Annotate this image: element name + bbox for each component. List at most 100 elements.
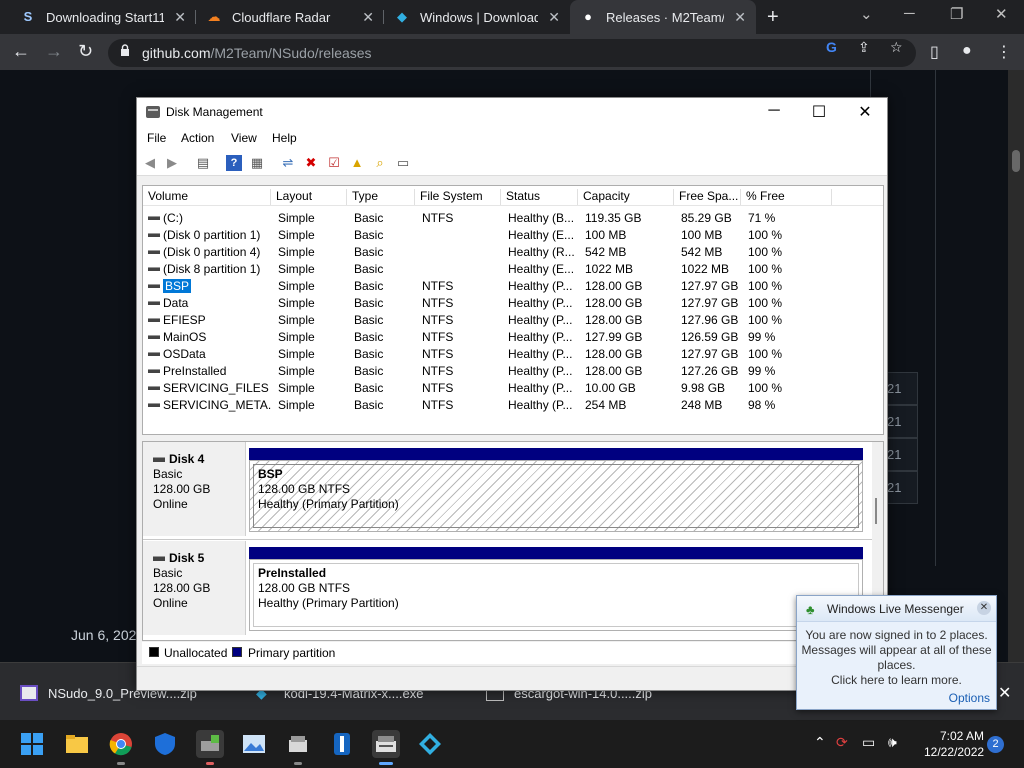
kodi-icon[interactable] bbox=[416, 730, 444, 758]
cell-percent-free: 100 % bbox=[748, 279, 783, 293]
cell-status: Healthy (E... bbox=[508, 262, 575, 276]
properties-icon[interactable]: ▦ bbox=[249, 155, 265, 171]
window-title-bar[interactable]: Disk Management ─ ☐ ✕ bbox=[137, 98, 887, 128]
disk-label[interactable]: Disk 5 Basic 128.00 GB Online bbox=[143, 541, 246, 635]
tab-cloudflare[interactable]: ☁ Cloudflare Radar ✕ bbox=[196, 0, 384, 34]
address-bar[interactable]: github.com/M2Team/NSudo/releases bbox=[108, 39, 916, 67]
table-row[interactable]: (C:) Simple Basic NTFS Healthy (B... 119.35 G… bbox=[143, 210, 883, 227]
tab-search-icon[interactable]: ⌄ bbox=[860, 5, 873, 23]
close-icon[interactable]: ✕ bbox=[174, 9, 186, 26]
disk-row[interactable]: Disk 4 Basic 128.00 GB Online BSP 128.00… bbox=[143, 442, 883, 538]
volume-icon[interactable]: 🕪 bbox=[888, 734, 897, 751]
sync-icon[interactable]: ⟳ bbox=[836, 734, 848, 751]
close-icon[interactable]: ✕ bbox=[362, 9, 374, 26]
table-row[interactable]: (Disk 0 partition 1) Simple Basic Healthy (… bbox=[143, 227, 883, 244]
tab-start11[interactable]: S Downloading Start11 : ✕ bbox=[10, 0, 196, 34]
defender-shield-icon[interactable] bbox=[151, 730, 179, 758]
back-icon[interactable]: ◀ bbox=[142, 155, 158, 171]
table-row[interactable]: (Disk 8 partition 1) Simple Basic Healthy (… bbox=[143, 261, 883, 278]
cell-percent-free: 98 % bbox=[748, 398, 776, 412]
photos-icon[interactable] bbox=[240, 730, 268, 758]
primary-partition-swatch bbox=[232, 647, 242, 657]
table-row[interactable]: Data Simple Basic NTFS Healthy (P... 128.00 G… bbox=[143, 295, 883, 312]
disk-row[interactable]: Disk 5 Basic 128.00 GB Online PreInstall… bbox=[143, 541, 883, 637]
column-volume[interactable]: Volume bbox=[143, 189, 271, 205]
column-free-space[interactable]: Free Spa... bbox=[674, 189, 741, 205]
table-row[interactable]: (Disk 0 partition 4) Simple Basic Healthy (… bbox=[143, 244, 883, 261]
tab-windows-downloads[interactable]: ◆ Windows | Downloads ✕ bbox=[384, 0, 570, 34]
close-window-icon[interactable]: ✕ bbox=[995, 5, 1008, 23]
folder-up-icon[interactable]: ▲ bbox=[349, 155, 365, 171]
close-downloads-bar-icon[interactable]: ✕ bbox=[998, 683, 1011, 703]
help-icon[interactable]: ? bbox=[226, 155, 242, 171]
new-tab-button[interactable]: + bbox=[767, 6, 779, 29]
cell-free-space: 85.29 GB bbox=[681, 211, 732, 225]
table-row[interactable]: MainOS Simple Basic NTFS Healthy (P... 127.99… bbox=[143, 329, 883, 346]
menu-action[interactable]: Action bbox=[181, 131, 214, 145]
column-file-system[interactable]: File System bbox=[415, 189, 501, 205]
scrollbar-thumb[interactable] bbox=[875, 498, 877, 524]
cell-capacity: 542 MB bbox=[585, 245, 627, 259]
network-icon[interactable]: ▭ bbox=[862, 734, 875, 751]
show-hide-console-tree-icon[interactable]: ▤ bbox=[195, 155, 211, 171]
restore-icon[interactable]: ❐ bbox=[950, 5, 963, 23]
partition-preinstalled[interactable]: PreInstalled 128.00 GB NTFS Healthy (Pri… bbox=[249, 559, 863, 631]
export-list-icon[interactable]: ▭ bbox=[395, 155, 411, 171]
back-icon[interactable]: ← bbox=[12, 41, 30, 62]
side-panel-icon[interactable]: ▯ bbox=[930, 42, 939, 62]
column-status[interactable]: Status bbox=[501, 189, 578, 205]
table-row[interactable]: PreInstalled Simple Basic NTFS Healthy (P...… bbox=[143, 363, 883, 380]
notification-message[interactable]: You are now signed in to 2 places. Messa… bbox=[797, 628, 996, 688]
file-explorer-icon[interactable] bbox=[63, 730, 91, 758]
close-icon[interactable]: ✕ bbox=[548, 9, 560, 26]
chevron-up-icon[interactable]: ⌃ bbox=[814, 734, 826, 751]
google-icon[interactable]: G bbox=[826, 39, 837, 55]
forward-icon[interactable]: ▶ bbox=[164, 155, 180, 171]
page-scrollbar[interactable] bbox=[1008, 70, 1024, 662]
tab-github-releases[interactable]: ● Releases · M2Team/NS ✕ bbox=[570, 0, 756, 34]
check-icon[interactable]: ☑ bbox=[326, 155, 342, 171]
disk-tool-icon[interactable] bbox=[284, 730, 312, 765]
messenger-notification[interactable]: ♣ Windows Live Messenger ✕ You are now s… bbox=[796, 595, 997, 710]
disk-label[interactable]: Disk 4 Basic 128.00 GB Online bbox=[143, 442, 246, 536]
table-row[interactable]: EFIESP Simple Basic NTFS Healthy (P... 128.00… bbox=[143, 312, 883, 329]
disk-management-taskbar-icon[interactable] bbox=[372, 730, 400, 765]
menu-bar: File Action View Help bbox=[137, 128, 887, 150]
volume-icon bbox=[148, 369, 160, 373]
search-folder-icon[interactable]: ⌕ bbox=[372, 155, 388, 171]
start-button[interactable] bbox=[18, 730, 46, 758]
menu-view[interactable]: View bbox=[231, 131, 257, 145]
partition-bsp[interactable]: BSP 128.00 GB NTFS Healthy (Primary Part… bbox=[249, 460, 863, 532]
profile-icon[interactable]: ● bbox=[962, 42, 972, 60]
table-row[interactable]: SERVICING_FILES Simple Basic NTFS Healthy (P… bbox=[143, 380, 883, 397]
system-clock[interactable]: 7:02 AM 12/22/2022 bbox=[924, 728, 984, 760]
forward-icon[interactable]: → bbox=[45, 41, 63, 62]
connect-icon[interactable]: ⇌ bbox=[280, 155, 296, 171]
maximize-button[interactable]: ☐ bbox=[799, 102, 839, 122]
table-row[interactable]: OSData Simple Basic NTFS Healthy (P... 128.00… bbox=[143, 346, 883, 363]
scrollbar-thumb[interactable] bbox=[1012, 150, 1020, 172]
chrome-icon[interactable] bbox=[107, 730, 135, 765]
column-percent-free[interactable]: % Free bbox=[741, 189, 832, 205]
menu-help[interactable]: Help bbox=[272, 131, 297, 145]
share-icon[interactable]: ⇪ bbox=[858, 39, 870, 56]
star-icon[interactable]: ☆ bbox=[890, 39, 903, 56]
notification-badge[interactable]: 2 bbox=[987, 736, 1004, 753]
app-blue-icon[interactable] bbox=[328, 730, 356, 758]
menu-file[interactable]: File bbox=[147, 131, 166, 145]
remote-desktop-icon[interactable] bbox=[196, 730, 224, 765]
column-layout[interactable]: Layout bbox=[271, 189, 347, 205]
minimize-button[interactable]: ─ bbox=[754, 102, 794, 120]
close-icon[interactable]: ✕ bbox=[734, 9, 746, 26]
table-row[interactable]: BSP Simple Basic NTFS Healthy (P... 128.00 GB… bbox=[143, 278, 883, 295]
menu-kebab-icon[interactable]: ⋮ bbox=[996, 42, 1012, 62]
delete-icon[interactable]: ✖ bbox=[303, 155, 319, 171]
column-capacity[interactable]: Capacity bbox=[578, 189, 674, 205]
minimize-icon[interactable]: ─ bbox=[904, 5, 915, 22]
column-type[interactable]: Type bbox=[347, 189, 415, 205]
reload-icon[interactable]: ↻ bbox=[78, 41, 93, 62]
close-button[interactable]: ✕ bbox=[845, 102, 885, 122]
options-link[interactable]: Options bbox=[949, 691, 990, 705]
close-icon[interactable]: ✕ bbox=[977, 601, 991, 615]
table-row[interactable]: SERVICING_META... Simple Basic NTFS Healthy … bbox=[143, 397, 883, 414]
